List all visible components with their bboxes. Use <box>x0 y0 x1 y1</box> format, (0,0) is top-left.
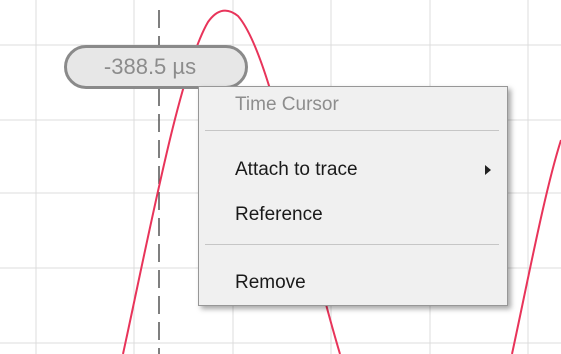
menu-separator <box>205 244 499 245</box>
time-cursor-label[interactable]: -388.5 µs <box>64 45 248 89</box>
menu-item-reference[interactable]: Reference <box>201 198 505 232</box>
menu-item-attach-to-trace[interactable]: Attach to trace <box>201 153 505 187</box>
menu-item-remove[interactable]: Remove <box>201 266 505 300</box>
time-cursor-value: -388.5 µs <box>103 54 197 79</box>
menu-title-label: Time Cursor <box>235 94 339 115</box>
submenu-arrow-icon <box>485 165 491 175</box>
menu-item-label: Attach to trace <box>235 159 358 180</box>
menu-separator <box>205 130 499 131</box>
menu-title-time-cursor: Time Cursor <box>201 88 505 122</box>
context-menu: Time Cursor Attach to trace Reference Re… <box>198 86 508 306</box>
menu-item-label: Remove <box>235 272 306 293</box>
menu-item-label: Reference <box>235 204 323 225</box>
waveform-trace-right <box>511 139 561 354</box>
